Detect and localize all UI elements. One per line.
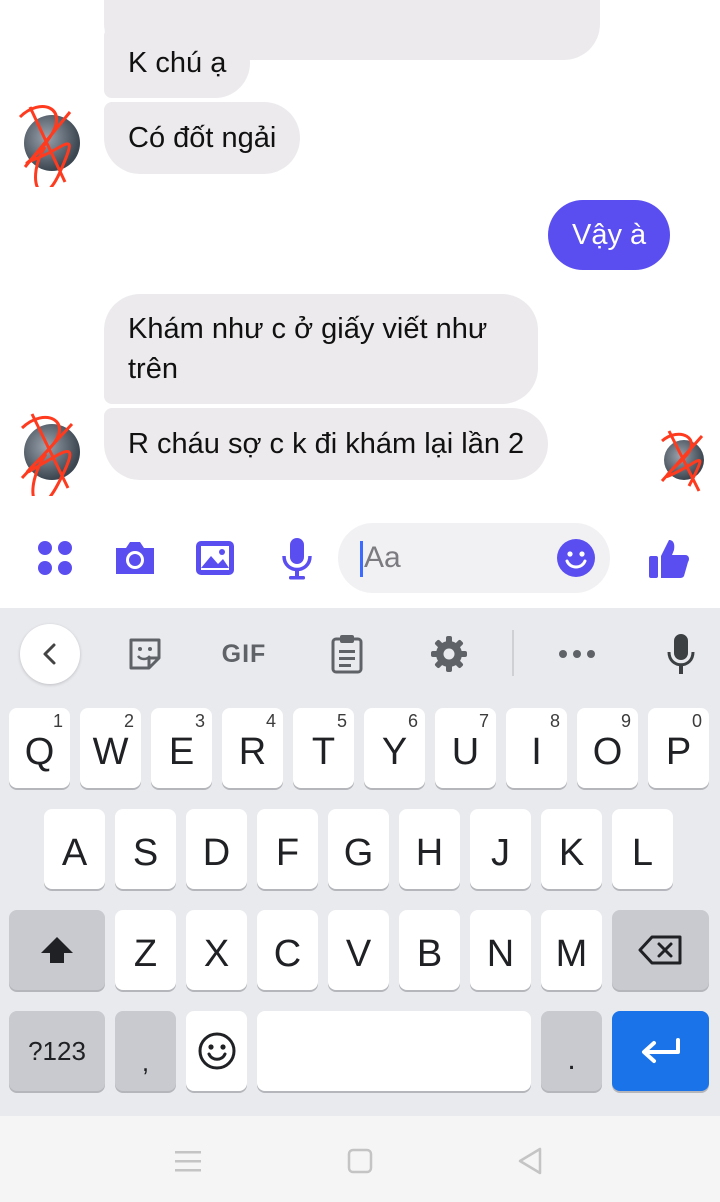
contact-avatar[interactable] [18,105,80,187]
key-s[interactable]: S [115,809,176,889]
more-dots-icon [559,650,595,658]
message-composer: Aa [0,515,720,605]
key-j[interactable]: J [470,809,531,889]
voice-record-button[interactable] [272,533,322,583]
key-b[interactable]: B [399,910,460,990]
symbols-key-label: ?123 [28,1035,86,1066]
gif-button[interactable]: GIF [212,624,276,684]
settings-gear-icon [431,636,467,672]
key-x[interactable]: X [186,910,247,990]
message-bubble-incoming[interactable]: R cháu sợ c k đi khám lại lần 2 [104,408,549,480]
menu-icon [175,1151,201,1172]
comma-key[interactable]: , [115,1011,176,1091]
period-key-label: . [567,1043,576,1076]
gallery-icon [196,541,234,575]
key-h[interactable]: H [399,809,460,889]
clipboard-button[interactable] [322,624,372,684]
shift-arrow-icon [41,937,73,963]
camera-icon [116,542,154,574]
sticker-button[interactable] [120,624,170,684]
enter-key[interactable] [612,1011,709,1091]
message-text-line: trên [128,353,178,385]
key-c[interactable]: C [257,910,318,990]
emoji-key[interactable] [186,1011,247,1091]
key-v[interactable]: V [328,910,389,990]
message-input[interactable]: Aa [338,523,610,593]
message-text: K chú ạ [128,47,227,79]
key-w[interactable]: 2W [80,708,141,788]
voice-typing-button[interactable] [656,624,706,684]
home-nav-button[interactable] [340,1141,380,1181]
scribble-redaction [20,413,74,496]
more-options-button[interactable] [552,624,602,684]
gallery-button[interactable] [190,533,240,583]
key-y[interactable]: 6Y [364,708,425,788]
contact-avatar[interactable] [20,413,80,496]
back-chevron-icon [43,643,56,665]
emoji-face-icon [198,1032,235,1070]
key-u[interactable]: 7U [435,708,496,788]
apps-button[interactable] [30,533,80,583]
key-o[interactable]: 9O [577,708,638,788]
keyboard-settings-button[interactable] [424,624,474,684]
key-k[interactable]: K [541,809,602,889]
camera-button[interactable] [110,533,160,583]
clipboard-icon [331,635,363,674]
conversation-panel: K chú ạ Có đốt ngải Vậy à Khám như c ở g… [0,0,720,608]
enter-return-icon [641,1038,680,1063]
key-n[interactable]: N [470,910,531,990]
key-m[interactable]: M [541,910,602,990]
key-f[interactable]: F [257,809,318,889]
period-key[interactable]: . [541,1011,602,1091]
backspace-icon [638,935,681,965]
message-input-placeholder: Aa [364,541,401,574]
key-r[interactable]: 4R [222,708,283,788]
toolbar-divider [512,630,514,676]
scribble-redaction [18,105,72,187]
home-square-icon [347,1148,373,1174]
keyboard-back-button[interactable] [20,624,80,684]
message-text: R cháu sợ c k đi khám lại lần 2 [128,428,525,460]
symbols-key[interactable]: ?123 [9,1011,105,1091]
voice-mic-icon [667,634,695,674]
message-text-line: Khám như c ở giấy viết như [128,313,488,345]
key-d[interactable]: D [186,809,247,889]
gif-icon: GIF [221,639,267,668]
apps-icon [38,541,72,575]
key-e[interactable]: 3E [151,708,212,788]
back-nav-button[interactable] [510,1141,550,1181]
onscreen-keyboard: GIF 1 Q 2 W 3 E 4 R 5 T 6 Y 7 U 8 I 9 O … [0,608,720,1116]
message-bubble-outgoing[interactable]: Vậy à [548,200,671,270]
like-button[interactable] [644,533,694,583]
back-triangle-icon [518,1147,542,1175]
key-l[interactable]: L [612,809,673,889]
shift-key[interactable] [9,910,105,990]
message-text: Có đốt ngải [128,122,277,154]
spacebar[interactable] [257,1011,531,1091]
message-bubble-incoming[interactable]: K chú ạ [104,28,251,98]
emoji-button[interactable] [556,538,596,583]
thumbs-up-icon [649,540,689,578]
key-a[interactable]: A [44,809,105,889]
menu-nav-button[interactable] [168,1141,208,1181]
text-cursor [360,541,363,577]
key-i[interactable]: 8I [506,708,567,788]
read-receipt-avatar [660,430,704,492]
key-q[interactable]: 1Q [9,708,70,788]
microphone-icon [282,538,312,580]
key-p[interactable]: 0P [648,708,709,788]
key-z[interactable]: Z [115,910,176,990]
backspace-key[interactable] [612,910,709,990]
message-bubble-incoming[interactable]: Có đốt ngải [104,102,301,174]
emoji-icon [557,539,595,577]
key-g[interactable]: G [328,809,389,889]
comma-key-label: , [141,1046,150,1077]
system-navigation-bar [0,1116,720,1202]
keyboard-toolbar: GIF [0,608,720,700]
message-bubble-incoming[interactable]: Khám như c ở giấy viết như trên [104,294,538,404]
message-text: Vậy à [572,219,647,251]
sticker-icon [129,638,161,670]
key-t[interactable]: 5T [293,708,354,788]
